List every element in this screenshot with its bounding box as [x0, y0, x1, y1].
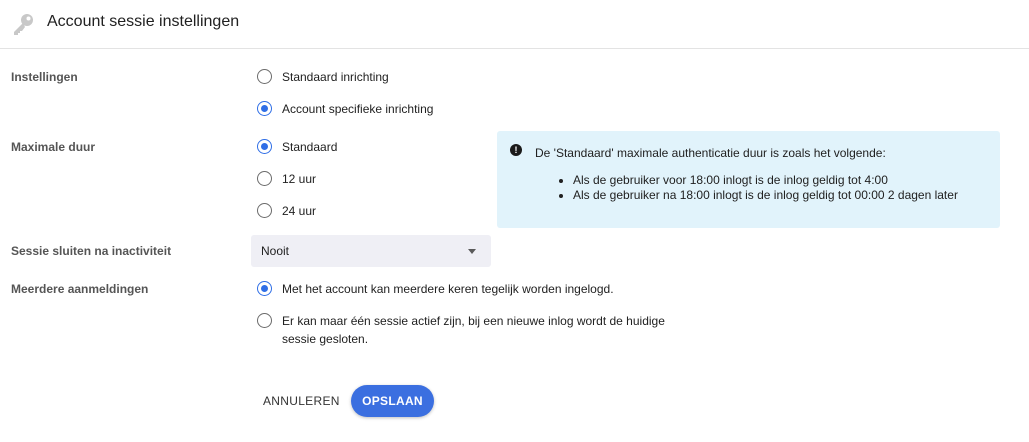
radio-duration-12h[interactable]: 12 uur [257, 171, 316, 188]
radio-single-session[interactable]: Er kan maar één sessie actief zijn, bij … [257, 313, 697, 348]
exclamation-icon: ! [510, 144, 522, 156]
info-heading: De 'Standaard' maximale authenticatie du… [535, 146, 886, 160]
inactivity-select[interactable]: Nooit [251, 235, 491, 267]
radio-button[interactable] [257, 313, 272, 328]
radio-label: Standaard inrichting [282, 70, 389, 84]
radio-button[interactable] [257, 203, 272, 218]
radio-button[interactable] [257, 171, 272, 186]
duration-info-box: ! De 'Standaard' maximale authenticatie … [497, 131, 1000, 228]
caret-down-icon [468, 249, 476, 254]
page-title: Account sessie instellingen [47, 13, 240, 30]
account-session-settings-panel: Account sessie instellingen Instellingen… [0, 0, 1029, 442]
info-list-item: Als de gebruiker na 18:00 inlogt is de i… [573, 188, 958, 203]
radio-duration-standard[interactable]: Standaard [257, 139, 337, 156]
inactivity-select-value: Nooit [261, 244, 290, 258]
radio-duration-24h[interactable]: 24 uur [257, 203, 316, 220]
inactivity-label: Sessie sluiten na inactiviteit [11, 244, 172, 258]
info-list: Als de gebruiker voor 18:00 inlogt is de… [557, 173, 958, 203]
radio-label: Met het account kan meerdere keren tegel… [282, 282, 614, 296]
radio-account-specific-setup[interactable]: Account specifieke inrichting [257, 101, 433, 118]
multiple-logins-label: Meerdere aanmeldingen [11, 282, 149, 296]
radio-label: Er kan maar één sessie actief zijn, bij … [282, 314, 665, 346]
radio-button-selected[interactable] [257, 281, 272, 296]
radio-standard-setup[interactable]: Standaard inrichting [257, 69, 389, 86]
radio-label: 12 uur [282, 172, 317, 186]
settings-label: Instellingen [11, 70, 78, 84]
radio-button[interactable] [257, 69, 272, 84]
cancel-button[interactable]: ANNULEREN [255, 385, 348, 417]
radio-button-selected[interactable] [257, 101, 272, 116]
radio-label: 24 uur [282, 204, 317, 218]
radio-multiple-logins-allowed[interactable]: Met het account kan meerdere keren tegel… [257, 281, 614, 298]
info-list-item: Als de gebruiker voor 18:00 inlogt is de… [573, 173, 958, 188]
panel-header: Account sessie instellingen [0, 0, 1029, 49]
radio-label: Account specifieke inrichting [282, 102, 434, 116]
key-icon [14, 14, 33, 35]
max-duration-label: Maximale duur [11, 140, 96, 154]
radio-label: Standaard [282, 140, 338, 154]
save-button[interactable]: OPSLAAN [351, 385, 434, 417]
radio-button-selected[interactable] [257, 139, 272, 154]
